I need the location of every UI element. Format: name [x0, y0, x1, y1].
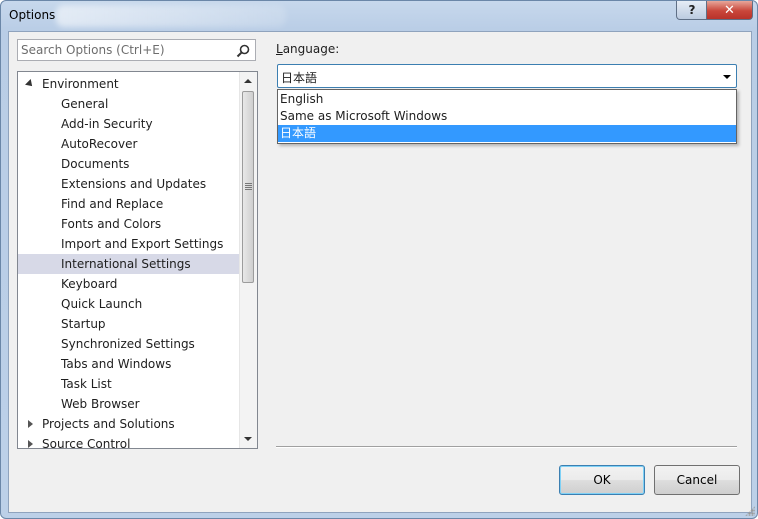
tree-item-label: International Settings — [61, 257, 191, 271]
dialog-client-area: Environment General Add-in Security AutoRec… — [8, 31, 752, 513]
language-label-accelerator: L — [276, 42, 283, 56]
tree-item-label: Task List — [61, 377, 112, 391]
tree-item-label: Add-in Security — [61, 117, 153, 131]
tree-item-label: Projects and Solutions — [42, 417, 175, 431]
tree-item[interactable]: Documents — [18, 154, 240, 174]
tree-item-label: Startup — [61, 317, 106, 331]
language-option-english[interactable]: English — [278, 91, 736, 108]
tree-item[interactable]: Import and Export Settings — [18, 234, 240, 254]
tree-item-label: Keyboard — [61, 277, 118, 291]
tree-item[interactable]: Find and Replace — [18, 194, 240, 214]
language-option-japanese[interactable]: 日本語 — [278, 125, 736, 142]
scroll-thumb[interactable] — [242, 91, 254, 283]
chevron-down-icon[interactable] — [723, 75, 731, 79]
scroll-up-arrow-icon[interactable] — [244, 79, 252, 83]
tree-item[interactable]: Quick Launch — [18, 294, 240, 314]
tree-item[interactable]: Projects and Solutions — [18, 414, 240, 434]
tree-item-label: General — [61, 97, 109, 111]
tree-item-label: Find and Replace — [61, 197, 164, 211]
tree-item-label: Import and Export Settings — [61, 237, 224, 251]
tree-item[interactable]: Environment — [18, 74, 240, 94]
tree-item[interactable]: Tabs and Windows — [18, 354, 240, 374]
close-button[interactable]: ✕ — [706, 1, 753, 20]
ok-button[interactable]: OK — [559, 465, 645, 495]
title-bar[interactable]: Options ? ✕ — [1, 1, 757, 31]
language-combobox-value: 日本語 — [281, 71, 318, 85]
button-separator — [276, 446, 737, 448]
help-button[interactable]: ? — [676, 1, 708, 20]
tree-item[interactable]: Web Browser — [18, 394, 240, 414]
language-dropdown-list: English Same as Microsoft Windows 日本語 — [277, 89, 737, 144]
title-bar-glass — [56, 5, 286, 27]
tree-item[interactable]: Synchronized Settings — [18, 334, 240, 354]
tree-item-label: Source Control — [42, 437, 131, 449]
tree-item[interactable]: General — [18, 94, 240, 114]
language-combobox[interactable]: 日本語 — [277, 64, 737, 88]
language-label-text: anguage: — [282, 42, 340, 56]
tree-item-label: Web Browser — [61, 397, 140, 411]
scroll-thumb-grip-icon — [245, 183, 252, 190]
cancel-button[interactable]: Cancel — [654, 465, 740, 495]
scroll-down-arrow-icon[interactable] — [244, 437, 252, 441]
language-label: Language: — [276, 42, 339, 56]
tree-item[interactable]: Source Control — [18, 434, 240, 449]
search-box[interactable] — [17, 39, 256, 61]
tree-item[interactable]: Task List — [18, 374, 240, 394]
tree-item-label: Quick Launch — [61, 297, 143, 311]
tree-item-label: Environment — [42, 77, 119, 91]
tree-item[interactable]: Keyboard — [18, 274, 240, 294]
expand-triangle-down-icon[interactable] — [25, 79, 35, 89]
tree-item[interactable]: Fonts and Colors — [18, 214, 240, 234]
tree-item-label: Extensions and Updates — [61, 177, 207, 191]
tree-item[interactable]: Add-in Security — [18, 114, 240, 134]
language-option-same-as-windows[interactable]: Same as Microsoft Windows — [278, 108, 736, 125]
tree-item[interactable]: Startup — [18, 314, 240, 334]
tree-item-label: Tabs and Windows — [61, 357, 172, 371]
tree-item-label: Fonts and Colors — [61, 217, 162, 231]
tree-item[interactable]: Extensions and Updates — [18, 174, 240, 194]
tree-item-label: AutoRecover — [61, 137, 138, 151]
tree-item[interactable]: International Settings — [18, 254, 240, 274]
tree-scrollbar[interactable] — [239, 72, 257, 448]
options-dialog: Options ? ✕ Environment General Add-in Sec… — [0, 0, 758, 519]
expand-triangle-right-icon[interactable] — [28, 440, 33, 448]
tree-item[interactable]: AutoRecover — [18, 134, 240, 154]
options-tree[interactable]: Environment General Add-in Security AutoRec… — [17, 71, 258, 449]
expand-triangle-right-icon[interactable] — [28, 420, 33, 428]
tree-item-label: Documents — [61, 157, 130, 171]
tree-item-label: Synchronized Settings — [61, 337, 195, 351]
search-input[interactable] — [21, 42, 231, 58]
search-icon[interactable] — [236, 44, 250, 58]
window-title: Options — [9, 8, 56, 22]
